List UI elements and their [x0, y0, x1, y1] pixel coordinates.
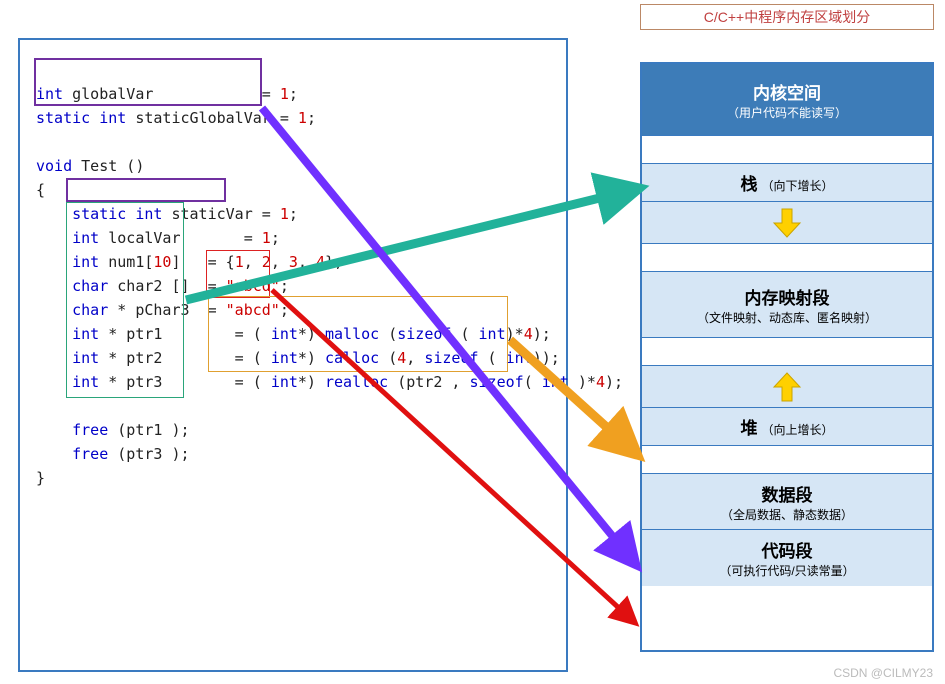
seg-kernel: 内核空间 （用户代码不能读写）	[642, 64, 932, 136]
seg-kernel-title: 内核空间	[753, 79, 821, 104]
seg-spacer-4	[642, 446, 932, 474]
box-stack-vars	[66, 202, 184, 398]
seg-spacer-1	[642, 136, 932, 164]
box-static-local	[66, 178, 226, 202]
seg-heap-arrow	[642, 366, 932, 408]
seg-heap: 堆 （向上增长）	[642, 408, 932, 446]
arrow-down-icon	[770, 207, 804, 239]
seg-spacer-3	[642, 338, 932, 366]
box-heap-allocs	[208, 296, 508, 372]
box-string-literals	[206, 250, 270, 298]
arrow-up-icon	[770, 371, 804, 403]
seg-data: 数据段 （全局数据、静态数据）	[642, 474, 932, 530]
box-global-static	[34, 58, 262, 106]
seg-stack: 栈 （向下增长）	[642, 164, 932, 202]
seg-code: 代码段 （可执行代码/只读常量）	[642, 530, 932, 586]
seg-spacer-2	[642, 244, 932, 272]
seg-stack-arrow	[642, 202, 932, 244]
diagram-title: C/C++中程序内存区域划分	[640, 4, 934, 30]
memory-layout: 内核空间 （用户代码不能读写） 栈 （向下增长） 内存映射段 （文件映射、动态库…	[640, 62, 934, 652]
watermark: CSDN @CILMY23	[833, 666, 933, 680]
seg-kernel-note: （用户代码不能读写）	[727, 104, 847, 121]
seg-mmap: 内存映射段 （文件映射、动态库、匿名映射）	[642, 272, 932, 338]
